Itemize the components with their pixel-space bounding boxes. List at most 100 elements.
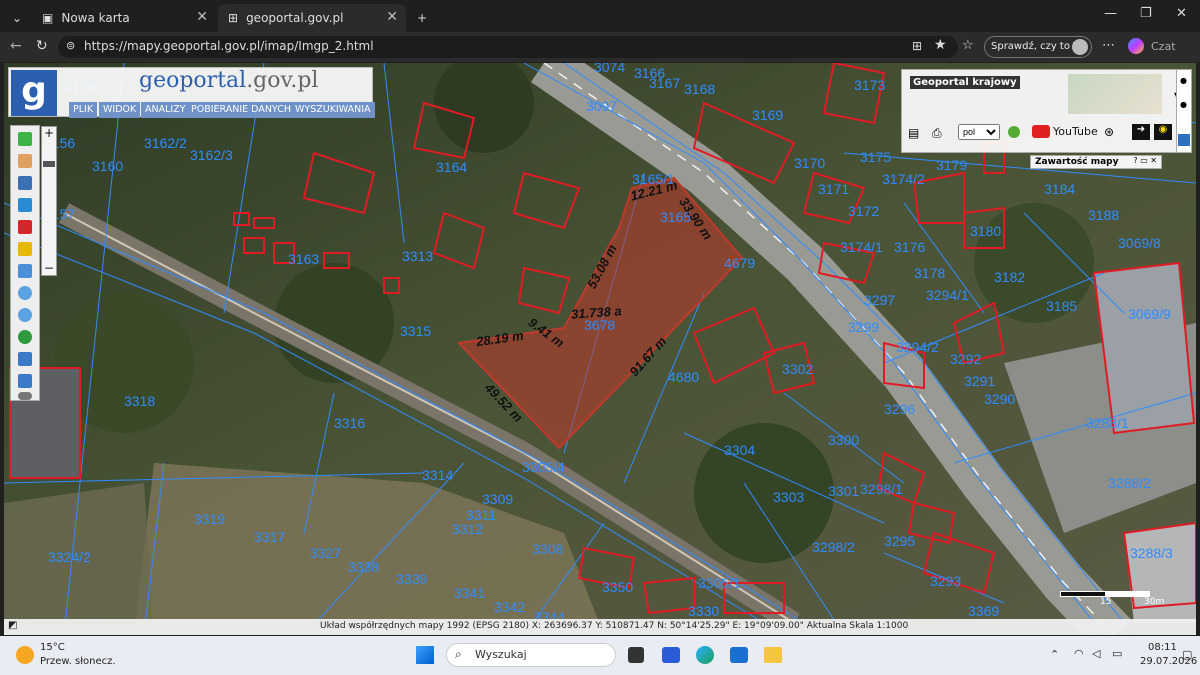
tab-geoportal[interactable]: ⊞ geoportal.gov.pl ✕ bbox=[218, 4, 406, 32]
parcel-label[interactable]: 3171 bbox=[818, 181, 849, 197]
chat-label[interactable]: Czat bbox=[1151, 40, 1176, 53]
parcel-label[interactable]: 3304 bbox=[724, 442, 755, 458]
legend-icon[interactable] bbox=[18, 176, 32, 190]
start-icon[interactable] bbox=[416, 646, 434, 664]
url-input[interactable]: ⊜ https://mapy.geoportal.gov.pl/imap/Img… bbox=[58, 36, 958, 58]
profile-button[interactable]: Sprawdź, czy to Ty bbox=[984, 36, 1092, 58]
geoportal-logo[interactable]: g bbox=[11, 70, 57, 116]
tray-chevron-icon[interactable]: ⌃ bbox=[1050, 648, 1059, 661]
wifi-icon[interactable]: ◠ bbox=[1074, 647, 1084, 660]
parcel-label[interactable]: 3175 bbox=[860, 149, 891, 165]
parcel-label[interactable]: 3069/9 bbox=[1128, 306, 1171, 322]
compass-icon[interactable] bbox=[18, 392, 32, 400]
parcel-label[interactable]: 3319 bbox=[194, 511, 225, 527]
printer-icon[interactable]: ⎙ bbox=[932, 126, 942, 141]
parcel-label[interactable]: 3292 bbox=[950, 351, 981, 367]
parcel-label[interactable]: 3298/2 bbox=[812, 539, 855, 555]
overview-map[interactable]: Geoportal krajowy bbox=[906, 74, 1066, 114]
parcel-label[interactable]: 3316 bbox=[334, 415, 365, 431]
parcel-label[interactable]: 3167 bbox=[649, 75, 680, 91]
zoom-in-lens-icon[interactable] bbox=[18, 286, 32, 300]
status-toggle-icon[interactable]: ◩ bbox=[8, 620, 17, 631]
reload-icon[interactable]: ↻ bbox=[36, 38, 48, 54]
parcel-label[interactable]: 3162/2 bbox=[144, 135, 187, 151]
parcel-label[interactable]: 3312 bbox=[452, 521, 483, 537]
parcel-label[interactable]: 3324/2 bbox=[48, 549, 91, 565]
parcel-label[interactable]: 3313 bbox=[402, 248, 433, 264]
search-box[interactable]: ⌕ Wyszukaj bbox=[446, 643, 616, 667]
parcel-label[interactable]: 3296 bbox=[884, 401, 915, 417]
parcel-label[interactable]: 3299 bbox=[848, 319, 879, 335]
geoportal-krajowy-label[interactable]: Geoportal krajowy bbox=[910, 76, 1020, 89]
parcel-label[interactable]: 3182 bbox=[994, 269, 1025, 285]
parcel-label[interactable]: 3288/2 bbox=[1108, 475, 1151, 491]
zoom-in-button[interactable]: + bbox=[44, 126, 54, 140]
tab-list-button[interactable]: ⌄ bbox=[6, 4, 28, 32]
parcel-label[interactable]: 3290 bbox=[984, 391, 1015, 407]
parcel-label[interactable]: 3309 bbox=[482, 491, 513, 507]
zoom-out-button[interactable]: − bbox=[44, 261, 54, 275]
parcel-label[interactable]: 3069/8 bbox=[1118, 235, 1161, 251]
parcel-label[interactable]: 3317 bbox=[254, 529, 285, 545]
parcel-label[interactable]: 3318 bbox=[124, 393, 155, 409]
parcel-label[interactable]: 3288/1 bbox=[1086, 415, 1129, 431]
parcel-label[interactable]: 3288/3 bbox=[1130, 545, 1173, 561]
parcel-label[interactable]: 3303 bbox=[773, 489, 804, 505]
panel-controls-icon[interactable]: ? ▭ ✕ bbox=[1133, 156, 1157, 165]
parcel-label[interactable]: 3097 bbox=[586, 98, 617, 114]
volume-icon[interactable]: ◁ bbox=[1092, 647, 1100, 660]
menu-analizy[interactable]: ANALIZY bbox=[141, 102, 190, 118]
temperature[interactable]: 15°C bbox=[40, 642, 65, 653]
split-screen-icon[interactable]: ⊞ bbox=[912, 39, 922, 53]
parcel-label[interactable]: 3174/1 bbox=[840, 239, 883, 255]
task-view-icon[interactable] bbox=[628, 647, 644, 663]
overview-thumbnail[interactable] bbox=[1068, 74, 1162, 114]
pan-hand-icon[interactable] bbox=[18, 154, 32, 168]
window-close-button[interactable]: ✕ bbox=[1176, 6, 1187, 21]
clock-time[interactable]: 08:11 bbox=[1148, 642, 1177, 653]
parcel-label[interactable]: 3291 bbox=[964, 373, 995, 389]
parcel-label[interactable]: 3160 bbox=[92, 158, 123, 174]
back-icon[interactable]: ← bbox=[10, 38, 22, 54]
map-view[interactable]: 3158 3074 3166 3167 3168 3173 3097 3169 … bbox=[4, 63, 1196, 635]
parcel-label[interactable]: 3074 bbox=[594, 63, 625, 75]
parcel-label[interactable]: 3180 bbox=[970, 223, 1001, 239]
parcel-label[interactable]: 3338 bbox=[348, 559, 379, 575]
accessibility-icon[interactable]: ⊛ bbox=[1104, 125, 1114, 139]
store-icon[interactable] bbox=[730, 647, 748, 663]
menu-wyszukiwania[interactable]: WYSZUKIWANIA bbox=[291, 102, 375, 118]
globe-icon[interactable] bbox=[18, 330, 32, 344]
parcel-label[interactable]: 3170 bbox=[794, 155, 825, 171]
parcel-label[interactable]: 3178 bbox=[914, 265, 945, 281]
dot-icon[interactable]: ● bbox=[1180, 76, 1187, 85]
zoom-slider-handle[interactable] bbox=[43, 161, 55, 167]
app-icon[interactable] bbox=[662, 647, 680, 663]
battery-icon[interactable]: ▭ bbox=[1112, 647, 1122, 660]
parcel-label[interactable]: 3342 bbox=[494, 599, 525, 615]
menu-widok[interactable]: WIDOK bbox=[99, 102, 141, 118]
menu-plik[interactable]: PLIK bbox=[69, 102, 98, 118]
close-icon[interactable]: ✕ bbox=[196, 9, 208, 25]
copilot-icon[interactable] bbox=[1128, 38, 1144, 54]
parcel-label[interactable]: 4680 bbox=[668, 369, 699, 385]
parcel-label[interactable]: 3314 bbox=[422, 467, 453, 483]
close-icon[interactable]: ✕ bbox=[386, 9, 398, 25]
parcel-label[interactable]: 3300 bbox=[828, 432, 859, 448]
parcel-label[interactable]: 3315 bbox=[400, 323, 431, 339]
menu-pobieranie[interactable]: POBIERANIE DANYCH bbox=[187, 102, 295, 118]
parcel-label[interactable]: 3168 bbox=[684, 81, 715, 97]
maximize-button[interactable]: ❐ bbox=[1140, 6, 1152, 21]
parcel-label[interactable]: 3330 bbox=[688, 603, 719, 619]
select-rect-icon[interactable] bbox=[18, 220, 32, 234]
more-icon[interactable]: ⋯ bbox=[1102, 38, 1115, 53]
youtube-label[interactable]: YouTube bbox=[1053, 125, 1098, 138]
contrast-arrow-icon[interactable]: ➜ bbox=[1132, 124, 1150, 140]
parcel-label[interactable]: 3185 bbox=[1046, 298, 1077, 314]
arrow-right-icon[interactable] bbox=[18, 374, 32, 388]
parcel-label[interactable]: 4679 bbox=[724, 255, 755, 271]
xyz-coordinates-icon[interactable] bbox=[18, 264, 32, 278]
parcel-label[interactable]: 3369 bbox=[968, 603, 999, 619]
layers-icon[interactable] bbox=[1178, 134, 1190, 146]
parcel-label[interactable]: 3163 bbox=[288, 251, 319, 267]
parcel-label[interactable]: 3294/2 bbox=[896, 339, 939, 355]
